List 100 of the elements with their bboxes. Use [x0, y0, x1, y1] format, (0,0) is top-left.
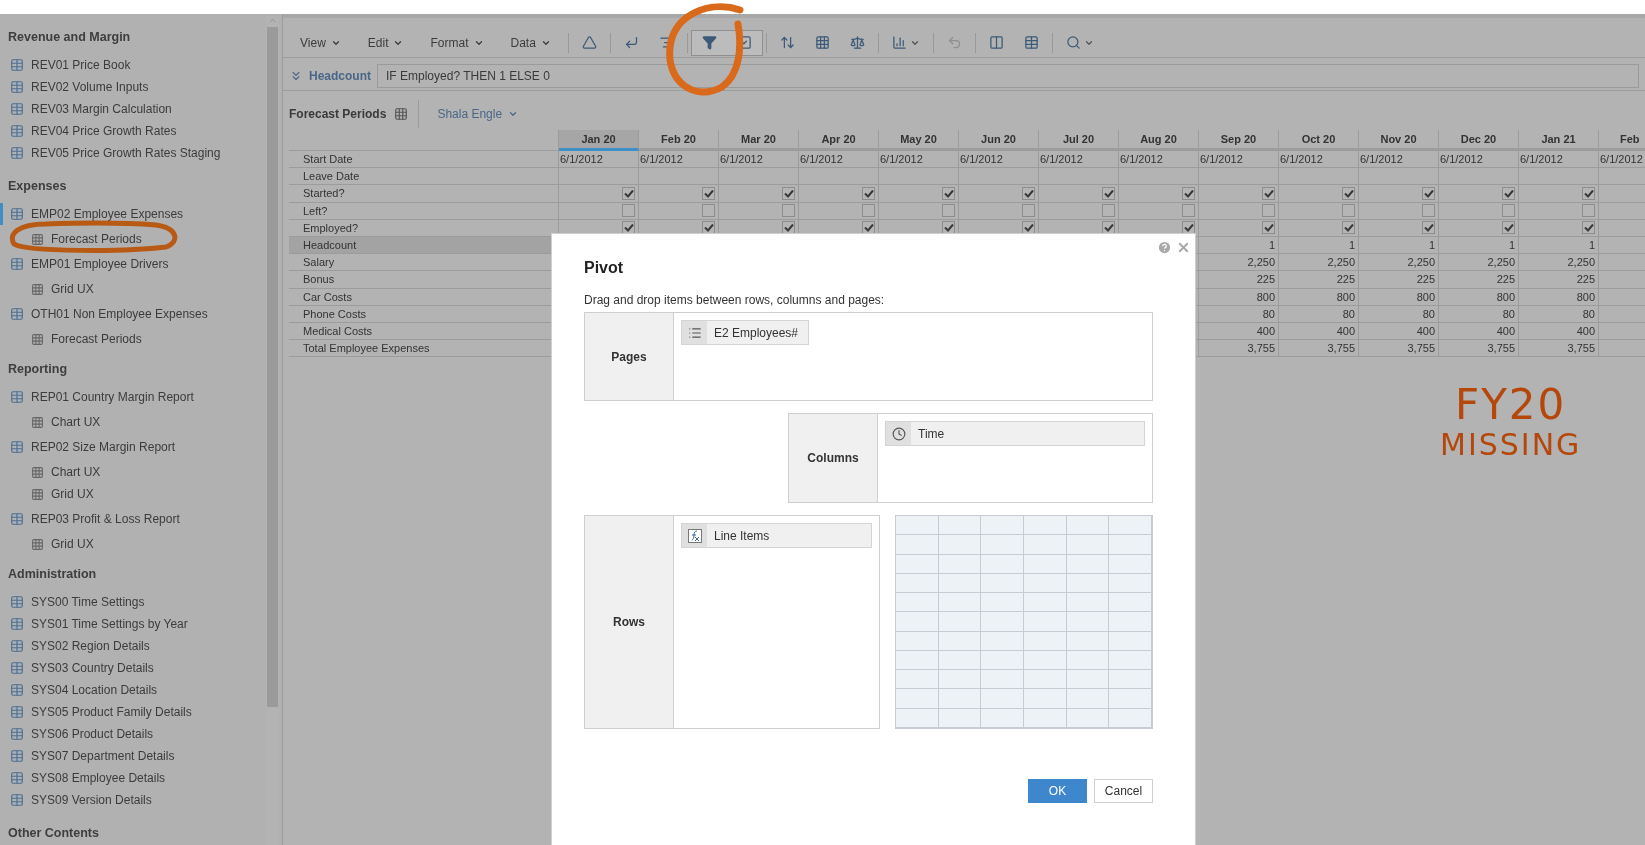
checkbox[interactable] [942, 186, 955, 200]
column-header[interactable]: Feb 20 [639, 130, 719, 151]
column-header[interactable]: Mar 20 [719, 130, 799, 151]
formula-field[interactable]: IF Employed? THEN 1 ELSE 0 [377, 63, 1639, 88]
checkbox[interactable] [1582, 204, 1595, 218]
sidebar-item[interactable]: SYS01 Time Settings by Year [0, 613, 266, 635]
checkbox[interactable] [1422, 186, 1435, 200]
checkbox[interactable] [862, 186, 875, 200]
column-header[interactable]: Jun 20 [959, 130, 1039, 151]
checkbox[interactable] [782, 186, 795, 200]
column-header[interactable]: Oct 20 [1279, 130, 1359, 151]
checkbox[interactable] [1502, 204, 1515, 218]
column-header[interactable]: May 20 [879, 130, 959, 151]
checkbox[interactable] [782, 204, 795, 218]
sidebar-item[interactable]: Chart UX [0, 461, 266, 483]
sidebar-item[interactable]: REV01 Price Book [0, 54, 266, 76]
checkbox[interactable] [1182, 186, 1195, 200]
checkbox[interactable] [1422, 221, 1435, 235]
columns-zone[interactable]: Columns Time [788, 413, 1153, 503]
checkbox[interactable] [1022, 204, 1035, 218]
pages-zone[interactable]: Pages E2 Employees# [584, 312, 1153, 401]
checkbox[interactable] [1422, 204, 1435, 218]
table-icon [10, 595, 24, 609]
sidebar-item[interactable]: Grid UX [0, 533, 266, 555]
checkbox[interactable] [1342, 186, 1355, 200]
row-header[interactable]: Started? [289, 185, 559, 203]
column-header[interactable]: Dec 20 [1439, 130, 1519, 151]
page-selector[interactable]: Shala Engle [431, 106, 525, 122]
row-header[interactable]: Start Date [289, 151, 559, 169]
checkbox[interactable] [622, 204, 635, 218]
rows-zone[interactable]: Rows Line Items [584, 515, 880, 729]
sidebar-item[interactable]: REV04 Price Growth Rates [0, 120, 266, 142]
checkbox[interactable] [1342, 221, 1355, 235]
column-header[interactable]: Jan 21 [1519, 130, 1599, 151]
column-header[interactable]: Aug 20 [1119, 130, 1199, 151]
menu-button[interactable]: Format [417, 29, 498, 56]
table-icon [1023, 35, 1039, 50]
dimension-chip[interactable]: Time [885, 421, 1145, 446]
checkbox[interactable] [1582, 221, 1595, 235]
close-icon[interactable] [1176, 240, 1191, 255]
sidebar-item[interactable]: Grid UX [0, 483, 266, 505]
sidebar-item[interactable]: REV02 Volume Inputs [0, 76, 266, 98]
checkbox[interactable] [1102, 204, 1115, 218]
checkbox[interactable] [702, 204, 715, 218]
sidebar-item[interactable]: SYS06 Product Details [0, 723, 266, 745]
sidebar-item[interactable]: SYS00 Time Settings [0, 591, 266, 613]
column-header[interactable]: Nov 20 [1359, 130, 1439, 151]
column-header[interactable]: Sep 20 [1199, 130, 1279, 151]
checkbox[interactable] [1182, 204, 1195, 218]
checkbox[interactable] [1262, 221, 1275, 235]
column-header[interactable]: Jul 20 [1039, 130, 1119, 151]
row-header[interactable]: Leave Date [289, 168, 559, 186]
dimension-chip[interactable]: Line Items [681, 523, 872, 548]
checkbox[interactable] [1022, 186, 1035, 200]
table-cell: 80 [1279, 305, 1359, 323]
sidebar-item[interactable]: SYS04 Location Details [0, 679, 266, 701]
checkbox[interactable] [1262, 204, 1275, 218]
sidebar-item[interactable]: SYS03 Country Details [0, 657, 266, 679]
sidebar-item[interactable]: REP01 Country Margin Report [0, 386, 266, 408]
menu-button[interactable]: Data [497, 29, 565, 56]
table-cell: 400 [1199, 322, 1279, 341]
sidebar-item[interactable]: SYS07 Department Details [0, 745, 266, 767]
table-cell: 6/1/2012 [1119, 151, 1199, 169]
sidebar-item[interactable]: SYS09 Version Details [0, 789, 266, 811]
sidebar-item[interactable]: REP02 Size Margin Report [0, 436, 266, 458]
toolbar-button[interactable] [691, 30, 727, 55]
sidebar-item[interactable]: Forecast Periods [0, 328, 266, 350]
menu-button[interactable]: Edit [354, 29, 418, 56]
checkbox[interactable] [942, 204, 955, 218]
sidebar-item[interactable]: REV05 Price Growth Rates Staging [0, 142, 266, 164]
function-icon [687, 528, 702, 543]
sidebar-item[interactable]: REV03 Margin Calculation [0, 98, 266, 120]
checkbox[interactable] [1502, 186, 1515, 200]
sidebar-item[interactable]: OTH01 Non Employee Expenses [0, 303, 266, 325]
column-header[interactable]: Apr 20 [799, 130, 879, 151]
dimension-chip[interactable]: E2 Employees# [681, 320, 810, 345]
checkbox[interactable] [1342, 204, 1355, 218]
sidebar-item[interactable]: Chart UX [0, 411, 266, 433]
sidebar-item[interactable]: REP03 Profit & Loss Report [0, 508, 266, 530]
help-icon[interactable] [1157, 240, 1172, 255]
sidebar-item[interactable]: SYS05 Product Family Details [0, 701, 266, 723]
dialog-button[interactable]: Cancel [1094, 779, 1153, 803]
sidebar-item[interactable]: EMP01 Employee Drivers [0, 253, 266, 275]
checkbox[interactable] [622, 186, 635, 200]
column-header[interactable]: Jan 20 [559, 130, 639, 151]
sidebar-item[interactable]: Grid UX [0, 278, 266, 300]
sidebar-item[interactable]: Forecast Periods [0, 228, 266, 250]
checkbox[interactable] [1502, 221, 1515, 235]
grid-icon[interactable] [394, 107, 409, 121]
sidebar-item[interactable]: SYS08 Employee Details [0, 767, 266, 789]
checkbox[interactable] [1102, 186, 1115, 200]
checkbox[interactable] [1262, 186, 1275, 200]
checkbox[interactable] [862, 204, 875, 218]
dialog-button[interactable]: OK [1028, 779, 1087, 803]
table-icon [10, 307, 24, 321]
sidebar-item[interactable]: SYS02 Region Details [0, 635, 266, 657]
menu-button[interactable]: View [287, 29, 355, 56]
checkbox[interactable] [702, 186, 715, 200]
checkbox[interactable] [1582, 186, 1595, 200]
grid-icon [31, 415, 44, 429]
